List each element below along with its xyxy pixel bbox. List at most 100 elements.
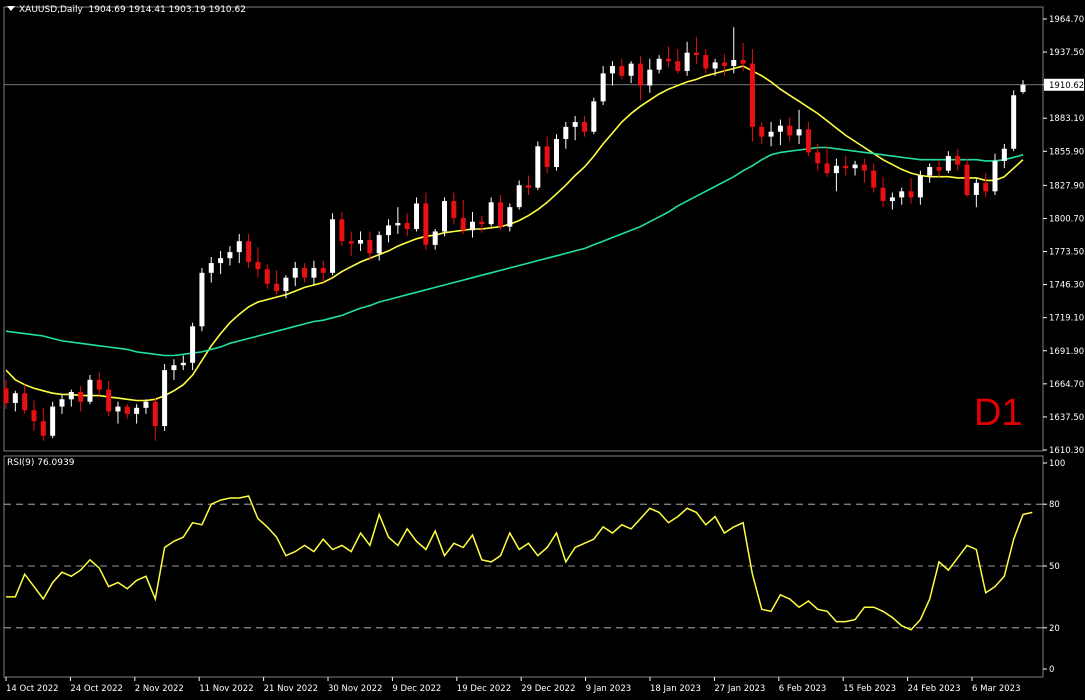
date-tick-label: 21 Nov 2022 [264, 684, 318, 694]
candle-bull [917, 175, 923, 198]
candle-bear [78, 391, 84, 402]
candle-bull [376, 235, 382, 254]
price-tick-label: 1827.90 [1049, 181, 1084, 191]
candle-bear [871, 170, 877, 188]
ohlc-values: 1904.69 1914.41 1903.19 1910.62 [88, 5, 246, 15]
chevron-down-icon[interactable] [7, 6, 15, 11]
candle-bear [264, 269, 270, 284]
candle-bull [180, 362, 186, 366]
candle-bear [479, 221, 485, 225]
candle-bear [740, 59, 746, 64]
symbol-name: XAUUSD,Daily [19, 5, 83, 15]
candle-bull [516, 185, 522, 208]
candle-bear [824, 163, 830, 174]
candle-bull [731, 59, 737, 67]
price-tick-label: 1773.50 [1049, 248, 1084, 258]
candle-bull [143, 401, 149, 408]
candle-bear [498, 202, 504, 227]
candle-bear [404, 222, 410, 230]
candle-bull [358, 239, 364, 244]
candle-bull [535, 146, 541, 188]
price-tick-label: 1883.10 [1049, 114, 1084, 124]
date-tick-label: 19 Dec 2022 [457, 684, 511, 694]
candle-bear [880, 187, 886, 202]
candle-bull [171, 365, 177, 371]
date-tick-label: 6 Feb 2023 [779, 684, 827, 694]
candle-bear [40, 421, 46, 436]
candle-bull [432, 231, 438, 245]
rsi-tick-label: 50 [1049, 562, 1060, 572]
candle-bull [684, 52, 690, 71]
candle-bear [637, 63, 643, 86]
date-tick-label: 9 Dec 2022 [392, 684, 441, 694]
candle-bull [992, 160, 998, 192]
candle-bull [852, 164, 858, 169]
date-tick-label: 11 Nov 2022 [199, 684, 253, 694]
candle-bull [1020, 84, 1026, 92]
candle-bear [861, 164, 867, 171]
candle-bull [134, 407, 140, 414]
candle-bull [236, 241, 242, 253]
candle-bear [460, 218, 466, 231]
price-tick-label: 1664.70 [1049, 380, 1084, 390]
symbol-info: XAUUSD,Daily 1904.69 1914.41 1903.19 191… [7, 5, 246, 15]
candle-bull [833, 165, 839, 174]
candle-bull [414, 203, 420, 230]
candle-bull [796, 129, 802, 136]
candle-bear [936, 167, 942, 171]
candle-bull [283, 277, 289, 292]
candle-bull [656, 58, 662, 70]
candle-bear [302, 267, 308, 278]
price-tick-label: 1746.30 [1049, 281, 1084, 291]
candle-bull [572, 122, 578, 127]
date-tick-label: 27 Jan 2023 [714, 684, 765, 694]
candle-bull [190, 326, 196, 363]
candle-bull [889, 197, 895, 202]
candle-bull [311, 267, 317, 278]
candle-bull [1001, 148, 1007, 161]
candle-bear [246, 241, 252, 262]
price-tick-label: 1937.50 [1049, 48, 1084, 58]
rsi-tick-label: 80 [1049, 500, 1060, 510]
candle-bull [488, 202, 494, 225]
candle-bear [843, 165, 849, 169]
candle-bull [87, 379, 93, 402]
candle-bull [115, 406, 121, 412]
ma-fast-line [5, 65, 1024, 402]
candle-bear [665, 58, 671, 62]
candle-bull [199, 272, 205, 327]
candle-bear [152, 401, 158, 427]
candle-bear [320, 267, 326, 273]
candle-bull [50, 406, 56, 436]
candle-bull [899, 191, 905, 198]
rsi-tick-label: 100 [1049, 459, 1065, 469]
candle-bull [442, 201, 448, 232]
candle-bear [749, 63, 755, 127]
rsi-line [6, 495, 1033, 631]
candle-bear [955, 156, 961, 165]
candle-bull [292, 267, 298, 278]
candle-bear [525, 185, 531, 188]
candle-bull [162, 370, 168, 427]
price-tick-label: 1910.62 [1049, 81, 1084, 91]
candle-bear [703, 55, 709, 69]
date-tick-label: 18 Jan 2023 [650, 684, 701, 694]
price-tick-label: 1719.10 [1049, 314, 1084, 324]
candle-bear [339, 219, 345, 242]
candle-bear [815, 152, 821, 164]
candle-bear [805, 129, 811, 153]
candle-bear [983, 182, 989, 192]
price-tick-label: 1610.30 [1049, 446, 1084, 456]
timeframe-label: D1 [974, 392, 1023, 434]
rsi-panel-border [3, 455, 1044, 678]
candle-bull [945, 156, 951, 171]
candle-bear [3, 388, 9, 403]
candle-bull [218, 258, 224, 264]
candle-bull [330, 219, 336, 273]
candle-bull [395, 222, 401, 226]
candle-bear [964, 164, 970, 195]
candle-bull [1011, 95, 1017, 149]
date-tick-label: 9 Jan 2023 [586, 684, 632, 694]
date-tick-label: 14 Oct 2022 [6, 684, 59, 694]
candle-bear [348, 241, 354, 244]
